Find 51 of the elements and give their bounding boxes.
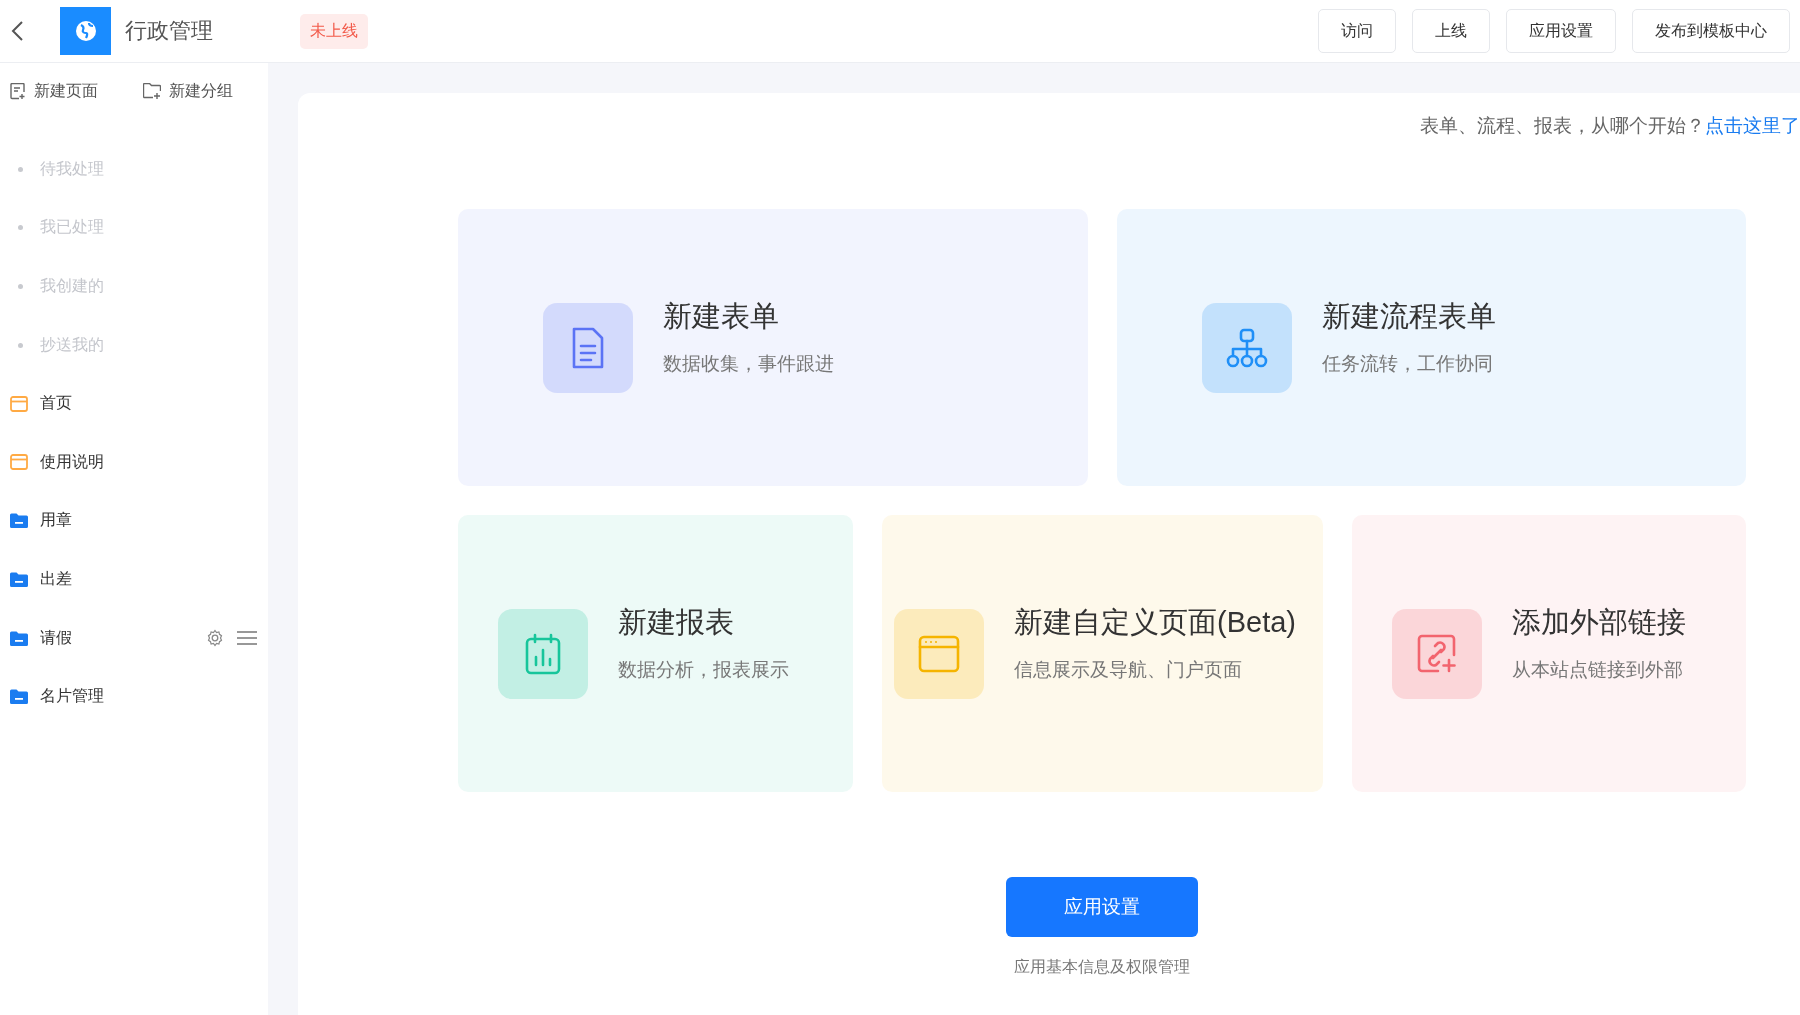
header-button[interactable]: 上线 [1412, 9, 1490, 53]
page-icon [10, 454, 28, 471]
browser-window-icon [917, 633, 961, 674]
header-button[interactable]: 发布到模板中心 [1632, 9, 1790, 53]
create-card[interactable]: 新建自定义页面(Beta) 信息展示及导航、门户页面 [882, 515, 1323, 792]
bullet-dot [18, 166, 23, 172]
menu-icon[interactable] [236, 630, 258, 647]
card-subtitle: 任务流转，工作协同 [1321, 351, 1494, 376]
folder-icon [10, 513, 28, 529]
new-item-button[interactable]: 新建分组 [143, 79, 233, 103]
create-card[interactable]: 新建流程表单 任务流转，工作协同 [1116, 209, 1746, 486]
chart-icon [523, 631, 563, 676]
header-button[interactable]: 应用设置 [1506, 9, 1616, 53]
card-subtitle: 数据收集，事件跟进 [663, 351, 834, 376]
card-subtitle: 数据分析，报表展示 [618, 657, 789, 682]
app-name: 行政管理 [125, 17, 213, 45]
new-item-button[interactable]: 新建页面 [10, 79, 98, 103]
hint-text: 表单、流程、报表，从哪个开始？ [1420, 114, 1705, 138]
folder-icon [10, 571, 28, 587]
nav-item[interactable]: 首页 [40, 393, 258, 415]
card-title: 新建流程表单 [1321, 298, 1496, 334]
header-button[interactable]: 访问 [1318, 9, 1396, 53]
create-card[interactable]: 添加外部链接 从本站点链接到外部 [1352, 515, 1746, 792]
nav-item[interactable]: 使用说明 [40, 451, 258, 473]
bullet-dot [18, 284, 23, 289]
bullet-dot [18, 225, 23, 231]
bullet-dot [18, 342, 23, 348]
create-card[interactable]: 新建表单 数据收集，事件跟进 [458, 209, 1088, 486]
card-title: 新建报表 [618, 604, 735, 640]
page-icon [10, 395, 28, 412]
add-page-icon [10, 82, 26, 100]
settings-caption: 应用基本信息及权限管理 [1014, 957, 1190, 977]
status-badge: 未上线 [300, 13, 368, 49]
learn-more-link[interactable]: 点击这里了 [1705, 113, 1800, 139]
folder-icon [10, 630, 28, 646]
card-title: 新建自定义页面(Beta) [1014, 604, 1296, 640]
nav-item[interactable]: 出差 [40, 568, 258, 590]
nav-item[interactable]: 请假 [40, 627, 194, 649]
create-card[interactable]: 新建报表 数据分析，报表展示 [458, 515, 853, 792]
app-logo [60, 7, 111, 55]
card-subtitle: 从本站点链接到外部 [1512, 657, 1684, 682]
card-subtitle: 信息展示及导航、门户页面 [1014, 657, 1243, 682]
card-title: 新建表单 [663, 298, 780, 334]
link-icon [1416, 632, 1458, 675]
card-title: 添加外部链接 [1512, 604, 1686, 640]
folder-icon [10, 689, 28, 705]
nav-item[interactable]: 用章 [40, 510, 258, 532]
settings-icon[interactable] [206, 629, 224, 648]
nav-item[interactable]: 名片管理 [40, 686, 258, 708]
add-folder-icon [143, 83, 161, 99]
app-settings-button[interactable]: 应用设置 [1006, 877, 1198, 937]
